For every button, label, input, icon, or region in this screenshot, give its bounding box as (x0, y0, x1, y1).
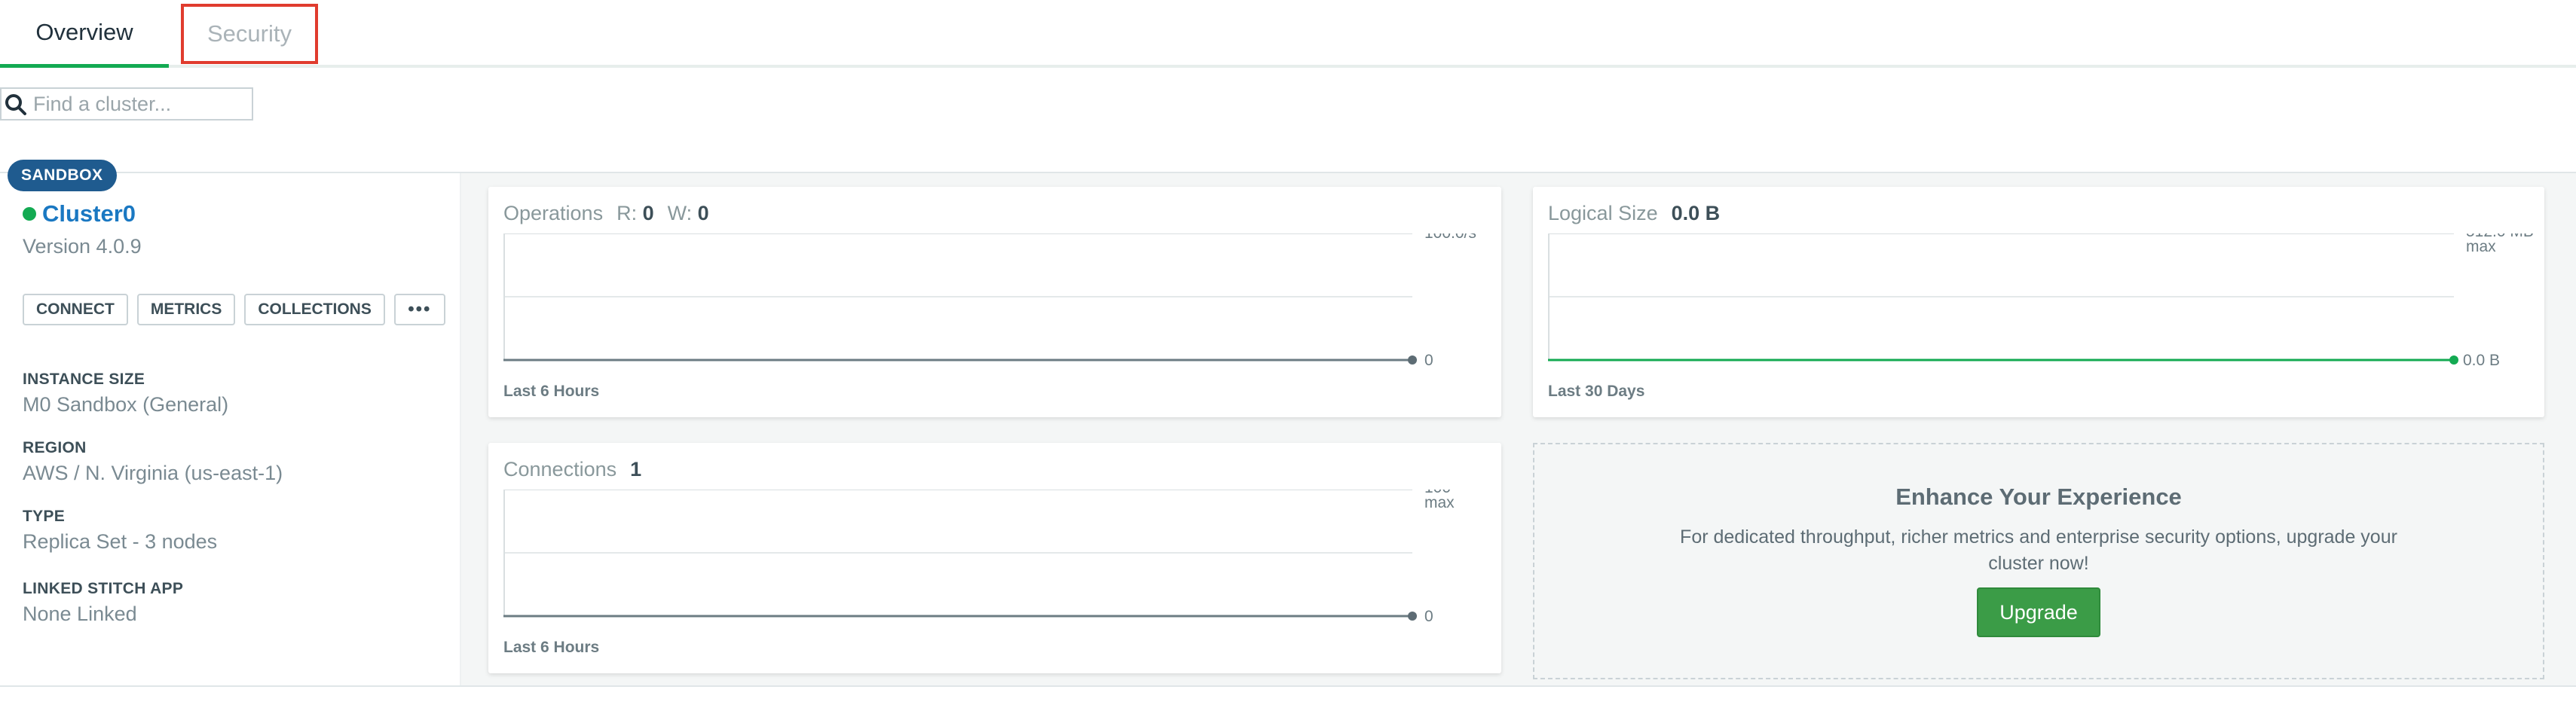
logical-size-value: 0.0 B (1671, 202, 1721, 224)
operations-card[interactable]: Operations R: 0 W: 0 100.0/s 0 Last 6 Ho… (488, 187, 1501, 417)
upgrade-panel: Enhance Your Experience For dedicated th… (1533, 443, 2544, 679)
card-title-label: Logical Size (1548, 202, 1658, 224)
upgrade-button[interactable]: Upgrade (1977, 587, 2100, 637)
connect-button[interactable]: CONNECT (23, 294, 128, 325)
tab-security-label: Security (207, 20, 292, 47)
chart-min-label: 0 (1424, 352, 1433, 369)
tab-bar: Overview Security (0, 0, 2576, 68)
info-value: Replica Set - 3 nodes (23, 530, 218, 553)
cluster-actions: CONNECT METRICS COLLECTIONS ••• (23, 294, 445, 325)
chart-min-label: 0 (1424, 608, 1433, 625)
connections-series-endpoint (1408, 612, 1417, 621)
cluster-status-icon (23, 207, 36, 221)
info-key: LINKED STITCH APP (23, 580, 184, 597)
collections-button[interactable]: COLLECTIONS (244, 294, 385, 325)
chart-timeframe: Last 30 Days (1548, 383, 1645, 400)
tab-overview-label: Overview (35, 19, 133, 45)
chart-max-sublabel: max (1424, 494, 1455, 511)
logical-size-series-endpoint (2449, 355, 2458, 365)
active-tab-indicator (0, 64, 169, 68)
instance-size-info: INSTANCE SIZE M0 Sandbox (General) (23, 371, 228, 416)
info-key: TYPE (23, 508, 66, 525)
tab-security[interactable]: Security (181, 4, 318, 64)
info-value: M0 Sandbox (General) (23, 393, 229, 416)
info-value: AWS / N. Virginia (us-east-1) (23, 462, 283, 484)
operations-chart: 100.0/s 0 (503, 233, 1476, 369)
reads-metric: R: 0 (616, 202, 654, 225)
reads-label: R: (616, 202, 638, 224)
logical-size-chart: 512.0 MB max 0.0 B (1548, 233, 2534, 369)
chart-min-label: 0.0 B (2463, 352, 2500, 369)
operations-series-endpoint (1408, 355, 1417, 365)
info-value: None Linked (23, 603, 137, 625)
cluster-search (0, 87, 253, 121)
metrics-button[interactable]: METRICS (136, 294, 236, 325)
tab-overview[interactable]: Overview (0, 0, 169, 68)
card-title-label: Connections (503, 458, 617, 481)
reads-value: 0 (642, 202, 654, 224)
connections-value: 1 (630, 458, 642, 481)
ellipsis-icon: ••• (408, 299, 432, 319)
region-info: REGION AWS / N. Virginia (us-east-1) (23, 439, 283, 485)
info-key: INSTANCE SIZE (23, 371, 145, 388)
chart-max-sublabel: max (2466, 238, 2496, 255)
cluster-summary: Cluster0 Version 4.0.9 CONNECT METRICS C… (0, 173, 461, 685)
search-input[interactable] (32, 91, 246, 117)
upgrade-title: Enhance Your Experience (1895, 484, 2182, 510)
card-title-label: Operations (503, 202, 604, 224)
type-info: TYPE Replica Set - 3 nodes (23, 508, 217, 554)
linked-stitch-app-info: LINKED STITCH APP None Linked (23, 580, 183, 626)
connections-title: Connections 1 (503, 458, 641, 481)
upgrade-description: For dedicated throughput, richer metrics… (1680, 526, 2397, 574)
cluster-version: Version 4.0.9 (23, 235, 142, 258)
chart-max-label: 100.0/s (1424, 233, 1476, 242)
operations-title: Operations R: 0 W: 0 (503, 202, 709, 225)
cluster-name-link[interactable]: Cluster0 (42, 200, 136, 227)
writes-value: 0 (697, 202, 709, 224)
chart-timeframe: Last 6 Hours (503, 383, 600, 400)
writes-metric: W: 0 (668, 202, 709, 225)
connections-chart: 100 max 0 (503, 490, 1455, 625)
chart-timeframe: Last 6 Hours (503, 639, 600, 656)
logical-size-card[interactable]: Logical Size 0.0 B 512.0 MB max 0.0 B La… (1533, 187, 2544, 417)
search-icon (2, 89, 32, 119)
connections-card[interactable]: Connections 1 100 max 0 Last 6 Hours (488, 443, 1501, 673)
cluster-panel: Cluster0 Version 4.0.9 CONNECT METRICS C… (0, 172, 2576, 687)
sandbox-badge: SANDBOX (8, 160, 117, 191)
more-options-button[interactable]: ••• (393, 294, 445, 325)
info-key: REGION (23, 439, 87, 456)
writes-label: W: (667, 202, 693, 224)
logical-size-title: Logical Size 0.0 B (1548, 202, 1720, 225)
cluster-name-row: Cluster0 (23, 200, 136, 227)
